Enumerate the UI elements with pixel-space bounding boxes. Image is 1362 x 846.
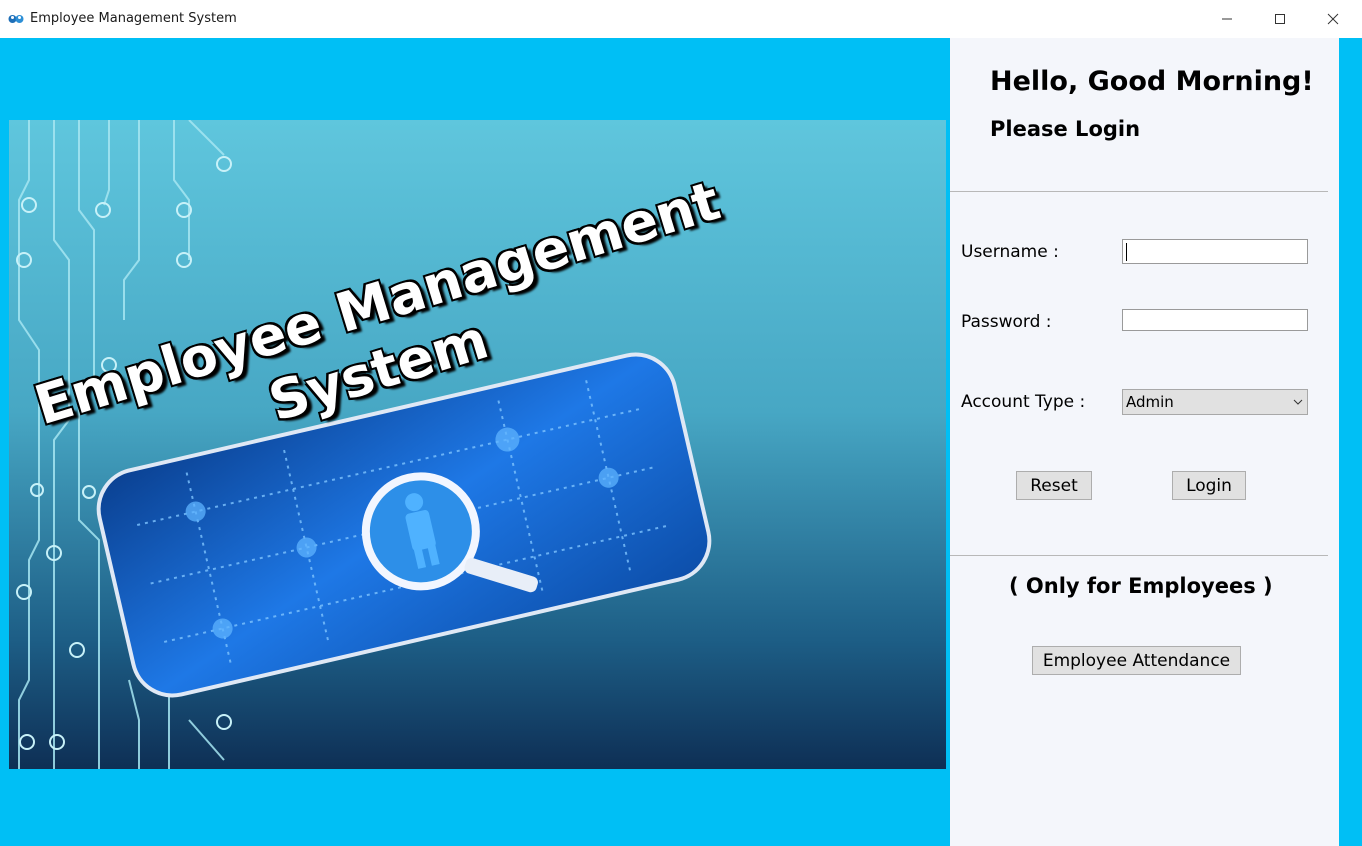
minimize-icon [1222,18,1232,20]
password-label: Password : [961,312,1052,332]
account-type-value: Admin [1126,393,1174,411]
username-input[interactable] [1122,239,1308,264]
close-button[interactable] [1310,0,1356,38]
section-divider [950,555,1328,556]
people-logo-icon [8,15,24,23]
reset-button[interactable]: Reset [1016,471,1092,500]
chevron-down-icon [1293,399,1303,405]
account-type-label: Account Type : [961,392,1086,412]
login-button[interactable]: Login [1172,471,1246,500]
close-icon [1327,13,1339,25]
hero-image: Employee Management System [9,120,946,769]
maximize-icon [1275,14,1285,24]
employee-attendance-button[interactable]: Employee Attendance [1032,646,1241,675]
minimize-button[interactable] [1204,0,1250,38]
account-type-select[interactable]: Admin [1122,389,1308,415]
password-input[interactable] [1122,309,1308,331]
login-panel: Hello, Good Morning! Please Login Userna… [950,38,1339,846]
hero-panel: Employee Management System [0,38,950,846]
employees-only-note: ( Only for Employees ) [1009,574,1273,598]
username-label: Username : [961,242,1059,262]
text-caret [1126,243,1127,261]
maximize-button[interactable] [1257,0,1303,38]
right-accent-strip [1339,38,1362,846]
window-title: Employee Management System [30,11,237,26]
greeting-heading: Hello, Good Morning! [990,66,1314,97]
login-prompt: Please Login [990,117,1141,141]
header-divider [950,191,1328,192]
title-bar: Employee Management System [0,0,1362,38]
